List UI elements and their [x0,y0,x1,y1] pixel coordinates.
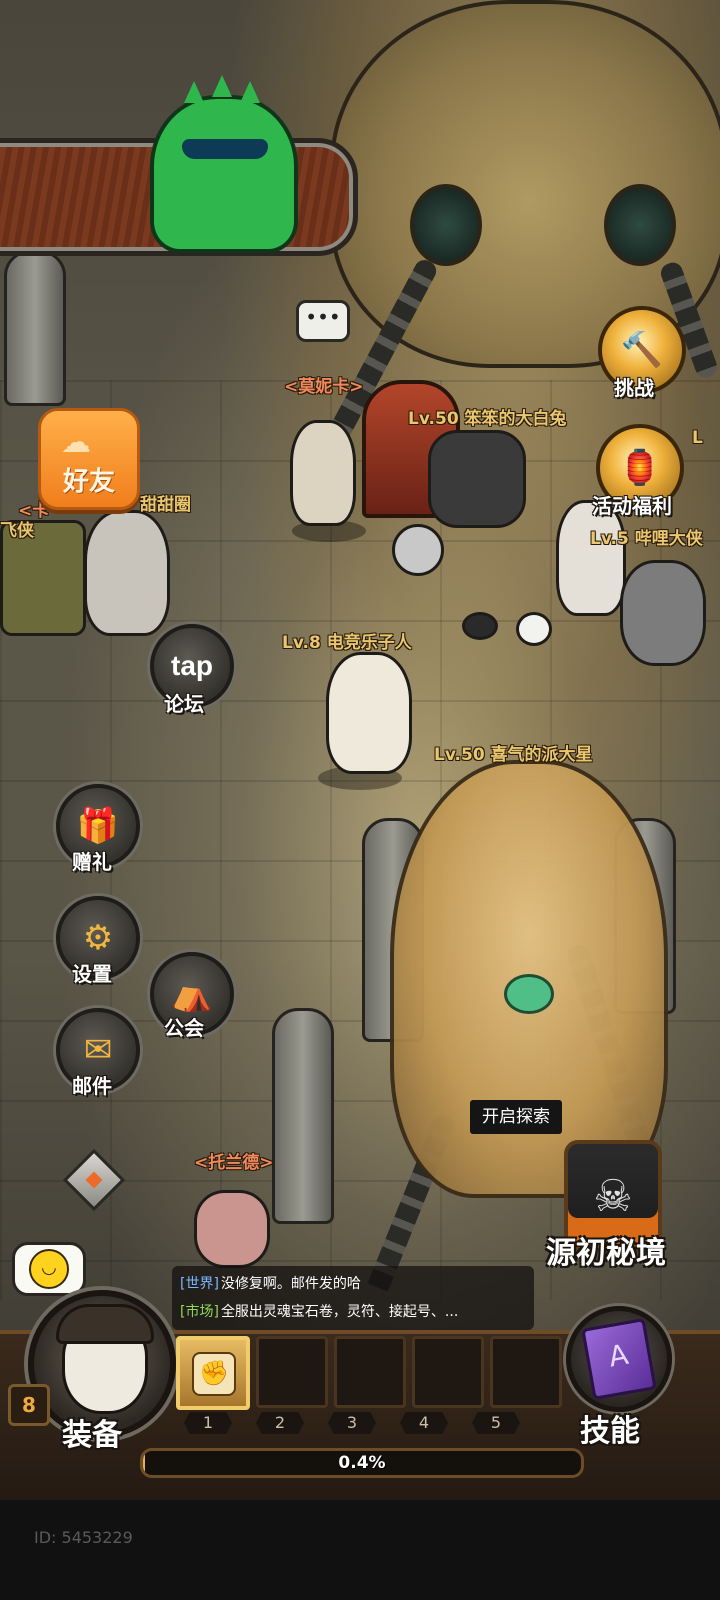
gift-label: 赠礼 [72,850,112,874]
skill-slot-3[interactable] [334,1336,406,1408]
nameplate-fragment: L [692,428,703,448]
slot-number: 1 [184,1412,232,1434]
explore-tooltip: 开启探索 [470,1100,562,1134]
skill-label: 技能 [580,1414,640,1449]
map-toggle-button[interactable] [58,1148,130,1212]
bottom-strip [0,1500,720,1600]
slot-number: 3 [328,1412,376,1434]
slot-number: 2 [256,1412,304,1434]
xp-bar: 0.4% [140,1448,584,1478]
character-small-helmet[interactable] [392,524,444,576]
forum-label: 论坛 [164,692,204,716]
chat-message: 全服出灵魂宝石卷，灵符、接起号、... [220,1304,459,1320]
player-level-badge: 8 [8,1384,50,1426]
nameplate-toland: <托兰德> [194,1153,274,1173]
hammer-icon: 🔨 [620,330,664,370]
cloud-icon: ☁ [61,425,91,460]
user-id: ID: 5453229 [34,1528,133,1547]
event-rewards-label: 活动福利 [592,494,672,518]
fist-icon: ✊ [192,1352,236,1396]
horned-skull-icon: ☠ [593,1170,633,1222]
secret-realm-label: 源初秘境 [546,1236,666,1271]
chat-line: [世界] 没修复啊。邮件发的哈 [180,1270,526,1298]
emoji-button[interactable]: ◡ [12,1242,86,1296]
nameplate-big-white-rabbit: Lv.50 笨笨的大白兔 [408,409,567,429]
statue-eye-right [604,184,676,266]
settings-label: 设置 [72,962,112,986]
skill-slot-1[interactable]: ✊ [176,1336,250,1410]
xp-text: 0.4% [338,1453,386,1473]
gear-icon: ⚙ [82,918,114,958]
tap-logo: tap [171,650,213,681]
equip-label: 装备 [62,1418,122,1453]
nameplate-beep: Lv.5 哔哩大侠 [590,529,703,549]
character-monika[interactable] [290,420,356,526]
nameplate-sweet-donut: 甜甜圈 [140,495,191,515]
statue-eye-left [410,184,482,266]
challenge-label: 挑战 [614,376,654,400]
character-cat-warrior[interactable] [84,510,170,636]
chat-channel-world: [世界] [180,1276,219,1292]
crow [462,612,498,640]
tent-icon: ⛺ [170,974,214,1014]
green-gem [504,974,554,1014]
speech-bubble-icon[interactable]: ••• [296,300,350,342]
stone-pillar [272,1008,334,1224]
skill-slot-4[interactable] [412,1336,484,1408]
chat-panel[interactable]: [世界] 没修复啊。邮件发的哈 [市场] 全服出灵魂宝石卷，灵符、接起号、... [172,1266,534,1330]
chat-message: 没修复啊。邮件发的哈 [220,1276,361,1292]
skill-slot-2[interactable] [256,1336,328,1408]
friends-button[interactable]: ☁ 好友 [38,408,140,510]
spell-book-icon: A [581,1317,657,1401]
friends-label: 好友 [62,467,115,497]
chat-channel-market: [市场] [180,1304,219,1320]
mail-label: 邮件 [72,1074,112,1098]
nameplate-feixia: 飞侠 [0,521,34,541]
slot-number: 5 [472,1412,520,1434]
sunglasses [182,139,268,159]
sheep [516,612,552,646]
chat-line: [市场] 全服出灵魂宝石卷，灵符、接起号、... [180,1298,526,1326]
slot-number: 4 [400,1412,448,1434]
guild-label: 公会 [164,1016,204,1040]
stone-pillar [4,250,66,406]
nameplate-esports: Lv.8 电竞乐子人 [282,633,412,653]
smiley-icon: ◡ [29,1249,69,1289]
character-dark-knight[interactable] [428,430,526,528]
envelope-icon: ✉ [83,1030,113,1070]
skill-slots: ✊ [176,1336,562,1410]
skill-slot-5[interactable] [490,1336,562,1408]
character-esports[interactable] [326,652,412,774]
skill-button[interactable]: A [566,1306,672,1412]
lantern-icon: 🏮 [618,448,662,488]
skill-slot-numbers: 1 2 3 4 5 [184,1412,520,1434]
character-toland-pig[interactable] [194,1190,270,1268]
gift-box-icon: 🎁 [76,806,120,846]
character-grey-wolf[interactable] [620,560,706,666]
green-dino-mascot[interactable] [150,75,298,253]
nameplate-monika: <莫妮卡> [284,377,364,397]
nameplate-happy-star: Lv.50 喜气的派大星 [434,745,593,765]
